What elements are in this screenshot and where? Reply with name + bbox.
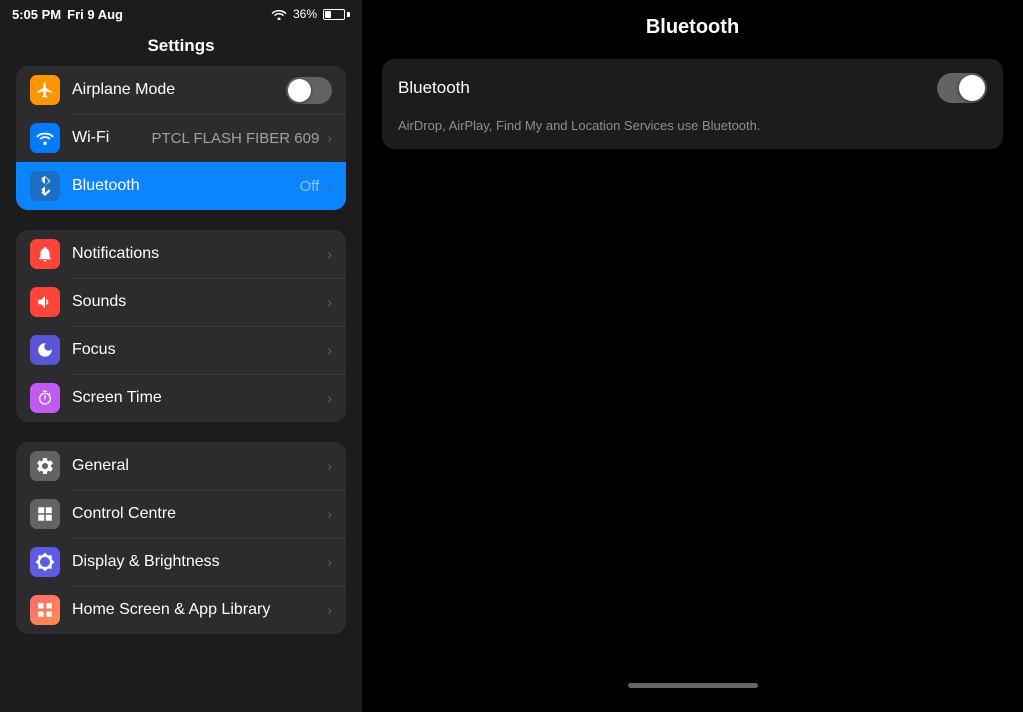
home-indicator: [628, 683, 758, 688]
display-brightness-icon: [30, 547, 60, 577]
notifications-label: Notifications: [72, 245, 323, 263]
control-centre-chevron: ›: [327, 506, 332, 522]
status-bar: 5:05 PM Fri 9 Aug 36%: [0, 0, 362, 28]
notifications-group: Notifications › Sounds › Focus: [16, 230, 346, 422]
bluetooth-toggle-knob: [959, 75, 985, 101]
bluetooth-card-label: Bluetooth: [398, 78, 470, 98]
sidebar-item-general[interactable]: General ›: [16, 442, 346, 490]
battery-fill: [325, 11, 331, 18]
status-bar-left: 5:05 PM Fri 9 Aug: [12, 7, 123, 22]
focus-icon: [30, 335, 60, 365]
screen-time-icon: [30, 383, 60, 413]
sidebar-item-airplane-mode[interactable]: Airplane Mode: [16, 66, 346, 114]
bluetooth-toggle-row[interactable]: Bluetooth: [382, 59, 1003, 117]
home-screen-label: Home Screen & App Library: [72, 601, 323, 619]
home-screen-chevron: ›: [327, 602, 332, 618]
sounds-chevron: ›: [327, 294, 332, 310]
home-screen-icon: [30, 595, 60, 625]
bluetooth-status: Off: [300, 178, 320, 195]
left-panel: 5:05 PM Fri 9 Aug 36% Settings: [0, 0, 362, 712]
airplane-mode-toggle[interactable]: [286, 77, 332, 104]
bluetooth-icon: [30, 171, 60, 201]
display-brightness-label: Display & Brightness: [72, 553, 323, 571]
wifi-label: Wi-Fi: [72, 129, 151, 147]
connectivity-group: Airplane Mode Wi-Fi PTCL FLASH FIBER 609…: [16, 66, 346, 210]
sidebar-item-home-screen[interactable]: Home Screen & App Library ›: [16, 586, 346, 634]
airplane-mode-label: Airplane Mode: [72, 81, 286, 99]
bluetooth-chevron: ›: [327, 178, 332, 194]
control-centre-icon: [30, 499, 60, 529]
notifications-icon: [30, 239, 60, 269]
wifi-chevron: ›: [327, 130, 332, 146]
sidebar-item-bluetooth[interactable]: Bluetooth Off ›: [16, 162, 346, 210]
screen-time-label: Screen Time: [72, 389, 323, 407]
sidebar-item-notifications[interactable]: Notifications ›: [16, 230, 346, 278]
airplane-mode-toggle-knob: [288, 79, 311, 102]
right-content-area: [382, 149, 1003, 696]
date-display: Fri 9 Aug: [67, 7, 123, 22]
bluetooth-label: Bluetooth: [72, 177, 300, 195]
general-icon: [30, 451, 60, 481]
sidebar-item-display-brightness[interactable]: Display & Brightness ›: [16, 538, 346, 586]
wifi-icon: [271, 8, 287, 20]
battery-percentage: 36%: [293, 7, 317, 21]
sidebar-item-screen-time[interactable]: Screen Time ›: [16, 374, 346, 422]
sounds-label: Sounds: [72, 293, 323, 311]
general-label: General: [72, 457, 323, 475]
control-centre-label: Control Centre: [72, 505, 323, 523]
bluetooth-page-title: Bluetooth: [382, 16, 1003, 39]
general-chevron: ›: [327, 458, 332, 474]
bluetooth-description: AirDrop, AirPlay, Find My and Location S…: [382, 117, 1003, 149]
settings-scroll[interactable]: Airplane Mode Wi-Fi PTCL FLASH FIBER 609…: [0, 66, 362, 712]
wifi-network-name: PTCL FLASH FIBER 609: [151, 130, 319, 147]
bluetooth-main-toggle[interactable]: [937, 73, 987, 103]
general-group: General › Control Centre › Displ: [16, 442, 346, 634]
battery-icon: [323, 9, 350, 20]
screen-time-chevron: ›: [327, 390, 332, 406]
sidebar-item-wifi[interactable]: Wi-Fi PTCL FLASH FIBER 609 ›: [16, 114, 346, 162]
status-bar-right: 36%: [271, 7, 350, 21]
sidebar-item-sounds[interactable]: Sounds ›: [16, 278, 346, 326]
display-brightness-chevron: ›: [327, 554, 332, 570]
focus-chevron: ›: [327, 342, 332, 358]
wifi-settings-icon: [30, 123, 60, 153]
airplane-mode-icon: [30, 75, 60, 105]
battery-body: [323, 9, 345, 20]
sidebar-item-focus[interactable]: Focus ›: [16, 326, 346, 374]
right-panel: Bluetooth Bluetooth AirDrop, AirPlay, Fi…: [362, 0, 1023, 712]
battery-tip: [347, 12, 350, 17]
settings-title: Settings: [0, 28, 362, 66]
sidebar-item-control-centre[interactable]: Control Centre ›: [16, 490, 346, 538]
focus-label: Focus: [72, 341, 323, 359]
time-display: 5:05 PM: [12, 7, 61, 22]
sounds-icon: [30, 287, 60, 317]
bluetooth-card: Bluetooth AirDrop, AirPlay, Find My and …: [382, 59, 1003, 149]
notifications-chevron: ›: [327, 246, 332, 262]
